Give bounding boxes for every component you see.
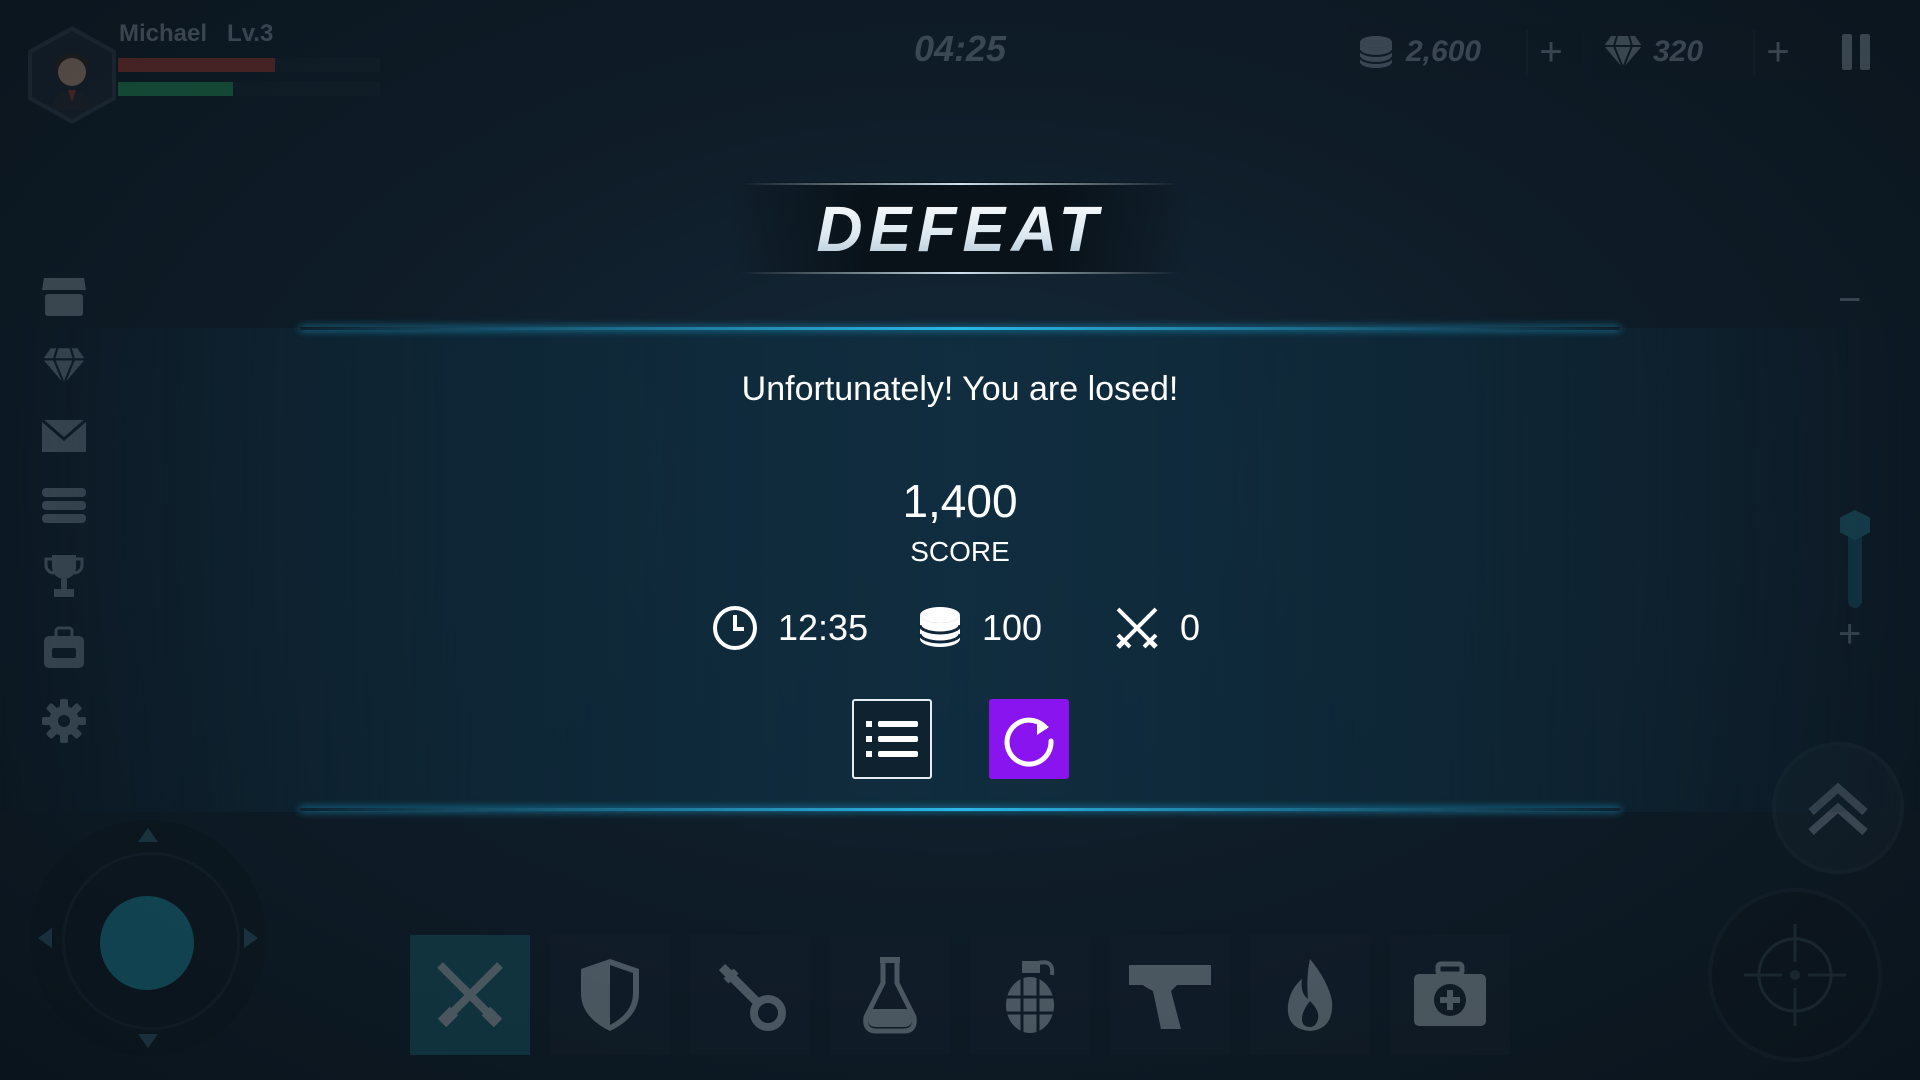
restart-button[interactable]: [989, 699, 1069, 779]
match-timer: 04:25: [913, 28, 1007, 69]
result-title: DEFEAT: [730, 192, 1190, 266]
shop-button[interactable]: [38, 272, 90, 320]
health-bar: [118, 58, 380, 72]
shop-icon: [42, 278, 86, 316]
coins-value: 2,600: [1406, 35, 1482, 68]
player-level: Lv.3: [227, 20, 274, 47]
player-name: Michael Lv.3: [119, 20, 273, 48]
aim-button[interactable]: [1708, 888, 1882, 1062]
time-stat: 12:35: [712, 600, 868, 656]
coins-icon: [918, 607, 962, 647]
result-message: Unfortunately! You are losed!: [741, 370, 1179, 408]
health-bar-fill: [118, 58, 276, 72]
score-value: 1,400: [902, 475, 1018, 527]
clock-icon: [713, 606, 757, 650]
gems-value: 320: [1653, 35, 1704, 68]
potion-icon: [863, 957, 917, 1034]
restart-icon: [1004, 717, 1054, 767]
swords-icon: [437, 962, 503, 1028]
list-icon: [866, 721, 918, 757]
panel-bottom-border: [300, 808, 1620, 811]
key-icon: [718, 963, 786, 1031]
crosshair-icon: [1744, 924, 1846, 1026]
inventory-slot-fire[interactable]: [1250, 935, 1370, 1055]
score-label: SCORE: [910, 536, 1010, 567]
coins-counter: 2,600 +: [1346, 24, 1582, 80]
add-coins-button[interactable]: +: [1526, 29, 1574, 75]
panel-top-border: [300, 327, 1620, 330]
medkit-icon: [1414, 961, 1486, 1026]
zoom-out-button[interactable]: −: [1838, 278, 1861, 323]
title-rule-bottom: [740, 272, 1180, 274]
gem-icon: [1604, 35, 1642, 70]
menu-button[interactable]: [852, 699, 932, 779]
coins-icon: [1359, 36, 1393, 68]
add-gems-button[interactable]: +: [1753, 29, 1801, 75]
experience-bar: [118, 82, 380, 96]
grenade-icon: [1006, 960, 1055, 1033]
inventory-slot-medkit[interactable]: [1390, 935, 1510, 1055]
inventory-slot-key[interactable]: [690, 935, 810, 1055]
inventory-slot-weapon[interactable]: [410, 935, 530, 1055]
time-value: 12:35: [778, 607, 869, 648]
joystick-arrows-icon: [38, 828, 258, 1048]
inventory-slot-shield[interactable]: [550, 935, 670, 1055]
pistol-icon: [1129, 965, 1211, 1029]
kills-value: 0: [1180, 607, 1201, 648]
title-rule-top: [740, 183, 1180, 185]
gems-counter: 320 +: [1593, 24, 1811, 80]
inventory-slot-grenade[interactable]: [970, 935, 1090, 1055]
coins-stat: 100: [918, 600, 1042, 656]
player-name-text: Michael: [119, 20, 208, 47]
shield-icon: [581, 959, 639, 1031]
coins-earned-value: 100: [982, 607, 1043, 648]
inventory-slot-potion[interactable]: [830, 935, 950, 1055]
experience-bar-fill: [118, 82, 234, 96]
pause-button[interactable]: [1842, 34, 1872, 70]
fire-icon: [1287, 959, 1333, 1031]
kills-stat: 0: [1114, 600, 1200, 656]
avatar-icon: [52, 53, 92, 110]
inventory-slot-pistol[interactable]: [1110, 935, 1230, 1055]
crossed-swords-icon: [1116, 607, 1158, 649]
